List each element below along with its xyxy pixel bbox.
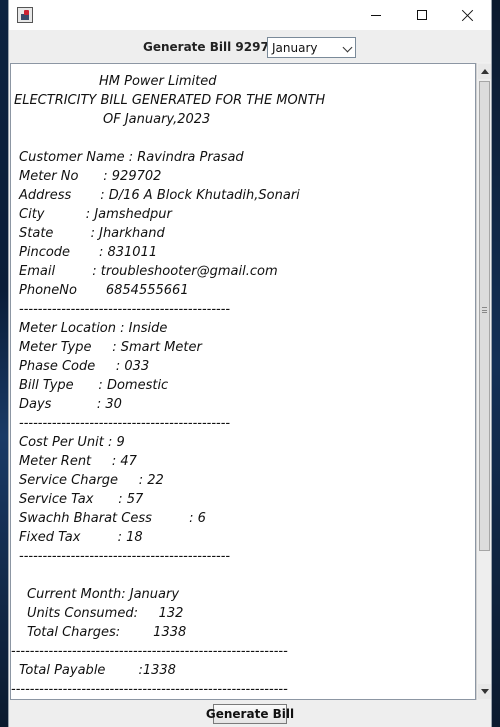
meter-type: Meter Type : Smart Meter (19, 340, 202, 355)
email: Email : troubleshooter@gmail.com (19, 264, 278, 279)
arrow-up-icon (481, 69, 489, 74)
bill-period: OF January,2023 (103, 112, 211, 127)
maximize-button[interactable] (399, 0, 445, 30)
state: State : Jharkhand (19, 226, 165, 241)
chevron-down-icon (342, 42, 353, 53)
cost-per-unit: Cost Per Unit : 9 (19, 435, 125, 450)
vertical-scrollbar[interactable] (476, 63, 491, 700)
units-consumed: Units Consumed: 132 (27, 606, 184, 621)
title-bar[interactable] (9, 0, 491, 30)
grip-icon (482, 307, 487, 313)
company-name: HM Power Limited (99, 74, 217, 89)
city: City : Jamshedpur (19, 207, 172, 222)
java-app-icon (17, 7, 33, 23)
pincode: Pincode : 831011 (19, 245, 158, 260)
generate-bill-button[interactable]: Generate Bill (206, 704, 294, 724)
total-payable: Total Payable :1338 (19, 663, 176, 678)
separator: ----------------------------------------… (11, 682, 288, 697)
phone-number: PhoneNo 6854555661 (19, 283, 189, 298)
scroll-thumb[interactable] (479, 81, 490, 551)
scroll-up-button[interactable] (478, 64, 491, 79)
separator: ----------------------------------------… (11, 644, 288, 659)
meter-location: Meter Location : Inside (19, 321, 168, 336)
minimize-icon (371, 14, 381, 16)
close-icon (462, 9, 474, 21)
toolbar: Generate Bill 929702 January (9, 30, 491, 62)
maximize-icon (417, 10, 427, 20)
current-month: Current Month: January (27, 587, 180, 602)
days: Days : 30 (19, 397, 122, 412)
total-charges: Total Charges: 1338 (27, 625, 187, 640)
address: Address : D/16 A Block Khutadih,Sonari (19, 188, 300, 203)
service-charge: Service Charge : 22 (19, 473, 164, 488)
close-button[interactable] (445, 0, 491, 30)
bill-text-area[interactable]: HM Power Limited ELECTRICITY BILL GENERA… (10, 63, 476, 700)
generate-bill-meter-label: Generate Bill 929702 (143, 40, 286, 54)
bill-type: Bill Type : Domestic (19, 378, 169, 393)
separator: ----------------------------------------… (19, 549, 231, 564)
bottom-bar: Generate Bill (9, 700, 491, 727)
bill-window: Generate Bill 929702 January HM Power Li… (8, 0, 492, 727)
swachh-bharat-cess: Swachh Bharat Cess : 6 (19, 511, 206, 526)
separator: ----------------------------------------… (19, 416, 231, 431)
bill-heading: ELECTRICITY BILL GENERATED FOR THE MONTH (14, 93, 326, 108)
scroll-down-button[interactable] (478, 684, 491, 699)
arrow-down-icon (481, 689, 489, 694)
meter-rent: Meter Rent : 47 (19, 454, 137, 469)
customer-name: Customer Name : Ravindra Prasad (19, 150, 244, 165)
month-select[interactable]: January (267, 37, 356, 58)
phase-code: Phase Code : 033 (19, 359, 150, 374)
fixed-tax: Fixed Tax : 18 (19, 530, 143, 545)
month-select-value: January (272, 41, 318, 55)
meter-number: Meter No : 929702 (19, 169, 162, 184)
separator: ----------------------------------------… (19, 302, 231, 317)
minimize-button[interactable] (353, 0, 399, 30)
service-tax: Service Tax : 57 (19, 492, 144, 507)
